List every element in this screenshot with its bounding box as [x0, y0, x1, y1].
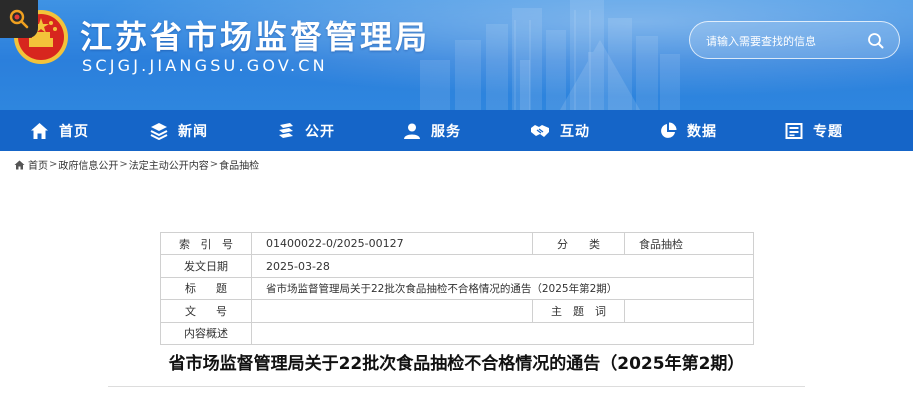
nav-label: 服务 [431, 123, 461, 140]
nav-item-public[interactable]: 公开 [277, 110, 335, 151]
table-row: 内容概述 [160, 321, 754, 345]
grid-icon [785, 122, 803, 139]
layers-icon [150, 122, 168, 140]
summary-label: 内容概述 [160, 321, 252, 345]
docno-label: 文 号 [160, 299, 252, 323]
header-banner: 江苏省市场监督管理局 SCJGJ.JIANGSU.GOV.CN [0, 0, 913, 110]
subject-label: 主 题 词 [532, 299, 625, 323]
search-icon[interactable] [866, 31, 886, 51]
home-small-icon [14, 160, 25, 169]
breadcrumb-separator: > [209, 159, 219, 170]
date-value: 2025-03-28 [251, 254, 754, 278]
table-row: 发文日期 2025-03-28 [160, 254, 754, 278]
breadcrumb-link-home[interactable]: 首页 [28, 157, 48, 172]
date-label: 发文日期 [160, 254, 252, 278]
site-title: 江苏省市场监督管理局 [80, 18, 431, 56]
nav-item-service[interactable]: 服务 [403, 110, 461, 151]
nav-item-news[interactable]: 新闻 [150, 110, 208, 151]
main-nav: 首页 新闻 公开 服务 互动 数据 专题 [0, 110, 913, 151]
table-row: 标 题 省市场监督管理局关于22批次食品抽检不合格情况的通告（2025年第2期） [160, 276, 754, 301]
home-icon [31, 122, 48, 139]
nav-item-interact[interactable]: 互动 [530, 110, 590, 151]
nav-item-data[interactable]: 数据 [659, 110, 717, 151]
nav-label: 互动 [560, 123, 590, 140]
nav-label: 首页 [59, 123, 89, 140]
breadcrumb-link-statutory[interactable]: 法定主动公开内容 [129, 157, 209, 172]
page: 江苏省市场监督管理局 SCJGJ.JIANGSU.GOV.CN 首页 新闻 [0, 0, 913, 400]
pie-chart-icon [661, 122, 677, 138]
breadcrumb: 首页 > 政府信息公开 > 法定主动公开内容 > 食品抽检 [14, 157, 259, 172]
category-label: 分 类 [532, 231, 625, 256]
breadcrumb-link-gov-info[interactable]: 政府信息公开 [58, 157, 118, 172]
table-row: 索 引 号 01400022-0/2025-00127 分 类 食品抽检 [160, 231, 754, 256]
document-title: 省市场监督管理局关于22批次食品抽检不合格情况的通告（2025年第2期） [168, 354, 745, 374]
docno-value [251, 299, 533, 323]
table-row: 文 号 主 题 词 [160, 299, 754, 323]
breadcrumb-separator: > [119, 159, 128, 170]
breadcrumb-link-food-inspection[interactable]: 食品抽检 [219, 157, 259, 172]
search-input[interactable] [706, 31, 856, 51]
title-divider [108, 386, 805, 387]
site-domain: SCJGJ.JIANGSU.GOV.CN [82, 56, 328, 75]
title-value: 省市场监督管理局关于22批次食品抽检不合格情况的通告（2025年第2期） [251, 276, 754, 301]
subject-value [624, 299, 754, 323]
search-box[interactable] [689, 21, 900, 59]
index-label: 索 引 号 [160, 231, 252, 256]
index-value: 01400022-0/2025-00127 [251, 231, 533, 256]
nav-label: 数据 [687, 123, 717, 140]
nav-item-topics[interactable]: 专题 [785, 110, 843, 151]
handshake-icon [531, 124, 549, 137]
stack-icon [279, 122, 293, 138]
magnifier-app-icon [9, 9, 29, 29]
document-info-table: 索 引 号 01400022-0/2025-00127 分 类 食品抽检 发文日… [160, 231, 754, 345]
user-icon [404, 123, 420, 139]
title-label: 标 题 [160, 276, 252, 301]
breadcrumb-separator: > [49, 159, 58, 170]
nav-label: 专题 [813, 123, 843, 140]
nav-item-home[interactable]: 首页 [30, 110, 89, 151]
screenshot-tool-icon[interactable] [0, 0, 38, 38]
category-value: 食品抽检 [624, 231, 754, 256]
summary-value [251, 321, 754, 345]
nav-label: 新闻 [178, 123, 208, 140]
nav-label: 公开 [305, 123, 335, 140]
